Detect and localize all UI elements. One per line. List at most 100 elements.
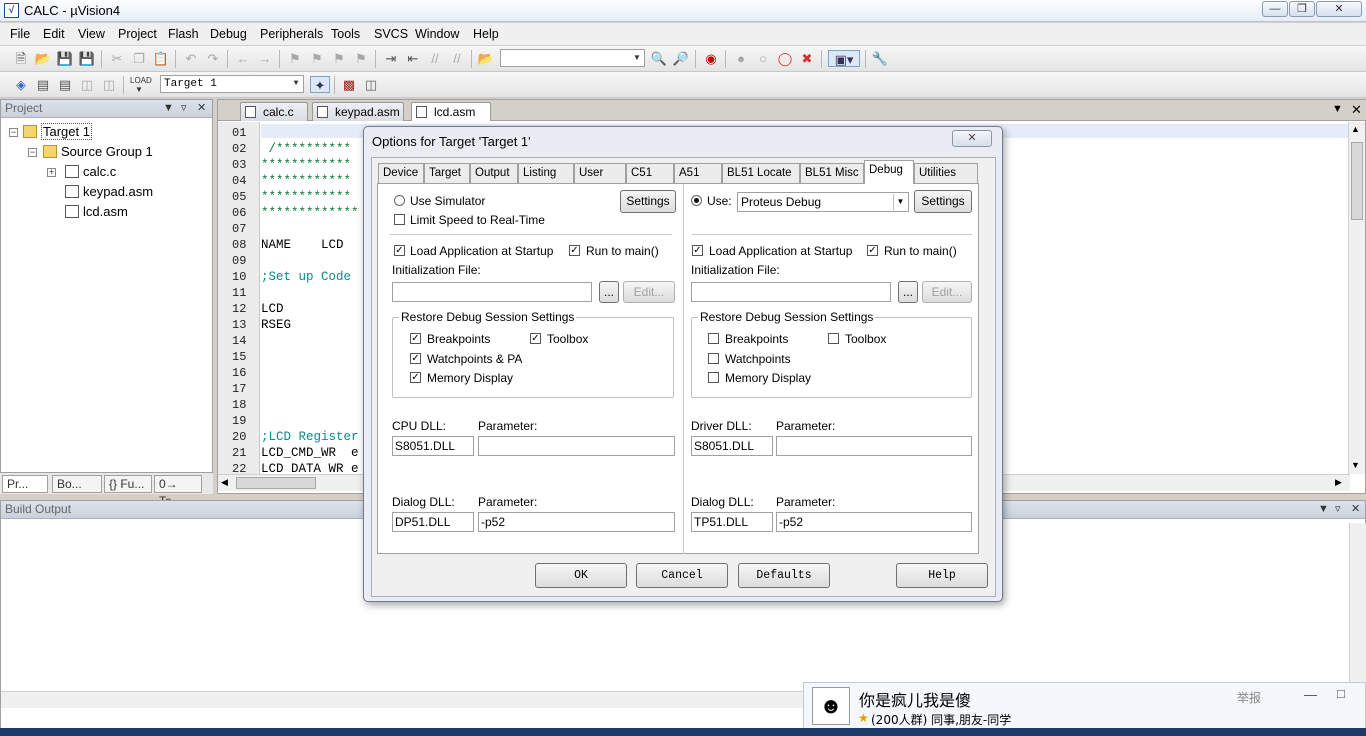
init-file-input-right[interactable]: [691, 282, 891, 302]
restore-watchpoints-checkbox-right[interactable]: [708, 353, 719, 364]
debug-session-icon[interactable]: ◉: [702, 50, 720, 67]
menu-window[interactable]: Window: [415, 27, 459, 41]
defaults-button[interactable]: Defaults: [738, 563, 830, 588]
scroll-left-icon[interactable]: ◀: [221, 477, 228, 488]
tab-utilities[interactable]: Utilities: [914, 163, 978, 183]
tab-output[interactable]: Output: [470, 163, 518, 183]
panel-close-icon[interactable]: ✕: [1351, 501, 1360, 518]
batch-build-icon[interactable]: ◫: [78, 76, 96, 93]
driver-settings-button[interactable]: Settings: [914, 190, 972, 213]
dialog-dll-input[interactable]: DP51.DLL: [392, 512, 474, 532]
select-packs-icon[interactable]: ◫: [362, 76, 380, 93]
save-all-icon[interactable]: 💾: [78, 50, 96, 67]
cpu-dll-input[interactable]: S8051.DLL: [392, 436, 474, 456]
simulator-settings-button[interactable]: Settings: [620, 190, 676, 213]
load-app-checkbox[interactable]: ✓: [394, 245, 405, 256]
notification-minimize-icon[interactable]: —: [1304, 687, 1317, 702]
uncomment-icon[interactable]: //: [448, 50, 466, 67]
rebuild-icon[interactable]: ▤: [56, 76, 74, 93]
tab-keypad-asm[interactable]: keypad.asm: [312, 102, 404, 121]
maximize-button[interactable]: ❐: [1289, 1, 1315, 17]
restore-breakpoints-checkbox-right[interactable]: [708, 333, 719, 344]
driver-select[interactable]: Proteus Debug ▼: [737, 192, 909, 212]
scroll-thumb[interactable]: [1351, 142, 1363, 220]
hscroll-thumb[interactable]: [236, 477, 316, 489]
next-bookmark-icon[interactable]: ⚑: [330, 50, 348, 67]
cpu-param-input[interactable]: [478, 436, 675, 456]
edit-init-file-button[interactable]: Edit...: [623, 281, 675, 303]
run-to-main-checkbox-right[interactable]: ✓: [867, 245, 878, 256]
save-icon[interactable]: 💾: [56, 50, 74, 67]
limit-speed-checkbox[interactable]: [394, 214, 405, 225]
use-driver-radio[interactable]: [691, 195, 702, 206]
menu-peripherals[interactable]: Peripherals: [260, 27, 323, 41]
tree-file-lcd[interactable]: lcd.asm: [65, 204, 128, 219]
tab-a51[interactable]: A51: [674, 163, 722, 183]
menu-svcs[interactable]: SVCS: [374, 27, 408, 41]
scroll-down-icon[interactable]: ▼: [1351, 460, 1360, 470]
comment-icon[interactable]: //: [426, 50, 444, 67]
prev-bookmark-icon[interactable]: ⚑: [308, 50, 326, 67]
stop-build-icon[interactable]: ◫: [100, 76, 118, 93]
restore-toolbox-checkbox[interactable]: ✓: [530, 333, 541, 344]
tab-books[interactable]: Bo...: [52, 475, 102, 493]
dialog-dll-input-right[interactable]: TP51.DLL: [691, 512, 773, 532]
restore-watchpoints-checkbox[interactable]: ✓: [410, 353, 421, 364]
output-vertical-scrollbar[interactable]: [1349, 523, 1366, 691]
tabs-dropdown-icon[interactable]: ▼: [1332, 103, 1343, 115]
incremental-find-icon[interactable]: 🔎: [672, 50, 690, 67]
menu-edit[interactable]: Edit: [43, 27, 65, 41]
tab-calc-c[interactable]: calc.c: [240, 102, 308, 121]
menu-help[interactable]: Help: [473, 27, 499, 41]
panel-close-icon[interactable]: ✕: [197, 100, 206, 117]
minimize-button[interactable]: —: [1262, 1, 1288, 17]
help-button[interactable]: Help: [896, 563, 988, 588]
menu-project[interactable]: Project: [118, 27, 157, 41]
target-combo[interactable]: Target 1 ▼: [160, 75, 304, 93]
paste-icon[interactable]: 📋: [152, 50, 170, 67]
enable-breakpoint-icon[interactable]: ○: [754, 50, 772, 67]
panel-dropdown-icon[interactable]: ▼: [1318, 501, 1329, 518]
configure-icon[interactable]: 🔧: [871, 50, 889, 67]
tab-c51[interactable]: C51: [626, 163, 674, 183]
browse-init-file-button[interactable]: ...: [599, 281, 619, 303]
translate-icon[interactable]: ◈: [12, 76, 30, 93]
tab-user[interactable]: User: [574, 163, 626, 183]
expand-file-icon[interactable]: +: [47, 168, 56, 177]
collapse-group-icon[interactable]: −: [28, 148, 37, 157]
close-editor-icon[interactable]: ✕: [1351, 102, 1362, 118]
window-layout-icon[interactable]: ▣▾: [828, 50, 860, 67]
collapse-target-icon[interactable]: −: [9, 128, 18, 137]
clear-bookmarks-icon[interactable]: ⚑: [352, 50, 370, 67]
restore-toolbox-checkbox-right[interactable]: [828, 333, 839, 344]
panel-pin-icon[interactable]: ▿: [1335, 501, 1341, 518]
tree-target[interactable]: Target 1: [23, 123, 92, 140]
panel-pin-icon[interactable]: ▿: [181, 100, 187, 117]
tab-project[interactable]: Pr...: [2, 475, 48, 493]
tab-functions[interactable]: {} Fu...: [104, 475, 152, 493]
cancel-button[interactable]: Cancel: [636, 563, 728, 588]
find-icon[interactable]: 🔍: [650, 50, 668, 67]
tab-listing[interactable]: Listing: [518, 163, 574, 183]
tree-file-calc[interactable]: calc.c: [65, 164, 116, 179]
target-options-icon[interactable]: ✦: [310, 76, 330, 93]
driver-dll-input[interactable]: S8051.DLL: [691, 436, 773, 456]
tree-file-keypad[interactable]: keypad.asm: [65, 184, 153, 199]
tab-debug[interactable]: Debug: [864, 160, 914, 184]
insert-breakpoint-icon[interactable]: ●: [732, 50, 750, 67]
build-icon[interactable]: ▤: [34, 76, 52, 93]
cut-icon[interactable]: ✂: [108, 50, 126, 67]
menu-view[interactable]: View: [78, 27, 105, 41]
redo-icon[interactable]: ↷: [204, 50, 222, 67]
scroll-up-icon[interactable]: ▲: [1351, 124, 1360, 134]
unindent-icon[interactable]: ⇤: [404, 50, 422, 67]
tree-source-group[interactable]: Source Group 1: [43, 144, 153, 159]
disable-breakpoints-icon[interactable]: ◯: [776, 50, 794, 67]
tab-target[interactable]: Target: [424, 163, 470, 183]
copy-icon[interactable]: ❐: [130, 50, 148, 67]
download-icon[interactable]: LOAD ▼: [130, 76, 152, 94]
editor-vertical-scrollbar[interactable]: ▲ ▼: [1348, 122, 1365, 474]
driver-param-input[interactable]: [776, 436, 972, 456]
browse-init-file-button-right[interactable]: ...: [898, 281, 918, 303]
tab-templates[interactable]: 0→ Te...: [154, 475, 202, 508]
